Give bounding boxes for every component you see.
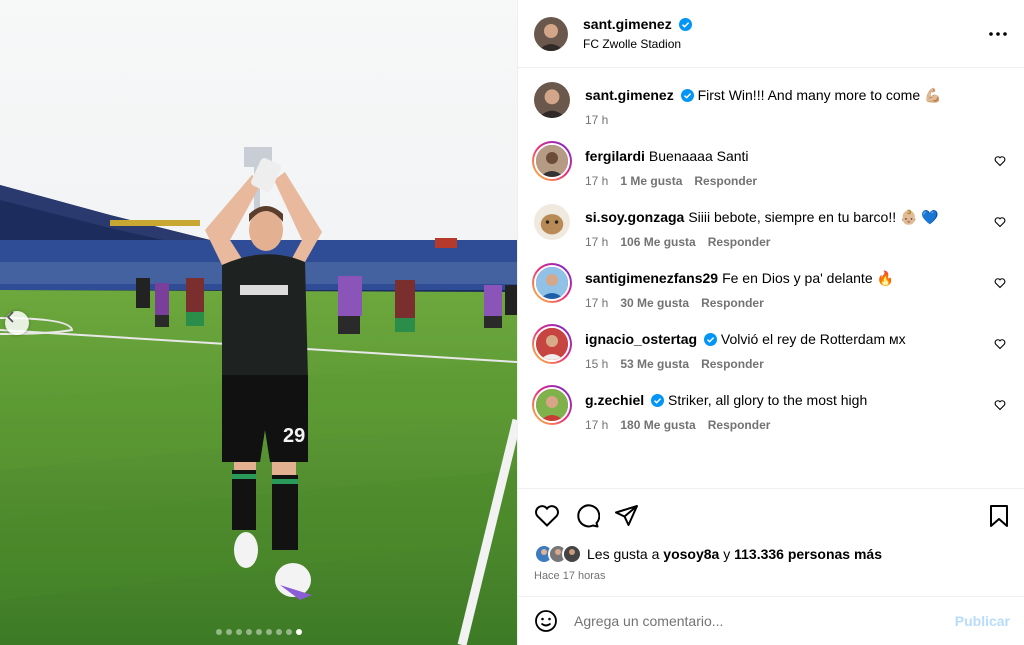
carousel-dot[interactable] xyxy=(275,629,282,635)
comment-item: santigimenezfans29 Fe en Dios y pa' delan… xyxy=(532,263,1008,310)
carousel-dot[interactable] xyxy=(265,629,272,635)
reply-button[interactable]: Responder xyxy=(701,296,764,310)
story-ring[interactable] xyxy=(532,141,572,181)
caption-username[interactable]: sant.gimenez xyxy=(585,87,674,103)
heart-icon[interactable] xyxy=(994,216,1006,228)
story-ring[interactable] xyxy=(532,324,572,364)
verified-icon xyxy=(651,394,665,407)
comment-time: 17 h xyxy=(585,296,609,310)
commenter-avatar xyxy=(534,143,570,179)
post-panel: sant.gimenez FC Zwolle Stadion sant.gime… xyxy=(517,0,1024,645)
comment-time: 17 h xyxy=(585,174,609,188)
commenter-avatar xyxy=(534,387,570,423)
comment-likes-link[interactable]: 1 Me gusta xyxy=(620,174,682,188)
comment-text: Siiii bebote, siempre en tu barco!! 👶🏼 💙 xyxy=(688,209,939,225)
story-ring[interactable] xyxy=(532,263,572,303)
commenter-username[interactable]: ignacio_ostertag xyxy=(585,331,697,347)
post-photo[interactable]: 29 xyxy=(0,0,517,645)
carousel-dots xyxy=(0,629,517,635)
verified-icon xyxy=(679,18,693,31)
carousel-dot[interactable] xyxy=(255,629,262,635)
author-avatar[interactable] xyxy=(534,16,568,51)
heart-icon[interactable] xyxy=(534,504,560,528)
comment-time: 17 h xyxy=(585,418,609,432)
comment-input[interactable] xyxy=(574,613,955,629)
reply-button[interactable]: Responder xyxy=(708,418,771,432)
heart-icon[interactable] xyxy=(994,277,1006,289)
comment-time: 15 h xyxy=(585,357,609,371)
post-actions: Les gusta a yosoy8a y 113.336 personas m… xyxy=(518,488,1024,596)
reply-button[interactable]: Responder xyxy=(701,357,764,371)
post-header: sant.gimenez FC Zwolle Stadion xyxy=(518,0,1024,68)
heart-icon[interactable] xyxy=(994,399,1006,411)
more-options-button[interactable] xyxy=(986,22,1010,46)
stadium-photo: 29 xyxy=(0,0,517,645)
likes-prefix: Les gusta a xyxy=(587,546,660,562)
share-icon[interactable] xyxy=(614,504,640,528)
carousel-dot[interactable] xyxy=(235,629,242,635)
story-ring[interactable] xyxy=(532,385,572,425)
comment-likes-link[interactable]: 53 Me gusta xyxy=(620,357,689,371)
commenter-avatar[interactable] xyxy=(534,204,570,240)
comment-likes-link[interactable]: 30 Me gusta xyxy=(620,296,689,310)
comment-text: Striker, all glory to the most high xyxy=(668,392,868,408)
comment-likes-link[interactable]: 106 Me gusta xyxy=(620,235,695,249)
bookmark-icon[interactable] xyxy=(988,504,1010,528)
carousel-dot[interactable] xyxy=(225,629,232,635)
comment-likes-link[interactable]: 180 Me gusta xyxy=(620,418,695,432)
reply-button[interactable]: Responder xyxy=(694,174,757,188)
comment-text: Buenaaaa Santi xyxy=(648,148,749,164)
author-username[interactable]: sant.gimenez xyxy=(583,16,672,32)
liker-avatar xyxy=(562,544,582,564)
publish-button[interactable]: Publicar xyxy=(955,613,1010,629)
likes-summary: Les gusta a yosoy8a y 113.336 personas m… xyxy=(534,544,1010,564)
svg-text:29: 29 xyxy=(283,425,305,447)
comment-composer: Publicar xyxy=(518,596,1024,645)
post-location[interactable]: FC Zwolle Stadion xyxy=(583,37,986,51)
chevron-left-icon xyxy=(6,311,14,323)
verified-icon xyxy=(680,89,694,102)
carousel-dot[interactable] xyxy=(295,629,302,635)
caption-text: First Win!!! And many more to come 💪🏼 xyxy=(697,87,942,103)
reply-button[interactable]: Responder xyxy=(708,235,771,249)
comment-time: 17 h xyxy=(585,235,609,249)
comment-text: Fe en Dios y pa' delante 🔥 xyxy=(722,270,894,286)
comment-icon[interactable] xyxy=(574,504,600,528)
comment-item: g.zechiel Striker, all glory to the most… xyxy=(532,385,1008,432)
carousel-dot[interactable] xyxy=(245,629,252,635)
liker-avatars xyxy=(534,544,582,564)
post-time: Hace 17 horas xyxy=(534,570,606,582)
commenter-username[interactable]: si.soy.gonzaga xyxy=(585,209,684,225)
carousel-dot[interactable] xyxy=(215,629,222,635)
commenter-avatar xyxy=(534,326,570,362)
comment-item: ignacio_ostertag Volvió el rey de Rotter… xyxy=(532,324,1008,371)
comments-list[interactable]: sant.gimenez First Win!!! And many more … xyxy=(518,68,1024,488)
carousel-dot[interactable] xyxy=(285,629,292,635)
likes-others-link[interactable]: 113.336 personas más xyxy=(734,546,882,562)
heart-icon[interactable] xyxy=(994,155,1006,167)
author-avatar[interactable] xyxy=(534,82,570,118)
comment-item: fergilardi Buenaaaa Santi 17 h 1 Me gusta… xyxy=(532,141,1008,188)
commenter-username[interactable]: g.zechiel xyxy=(585,392,644,408)
emoji-icon[interactable] xyxy=(534,609,558,633)
commenter-username[interactable]: santigimenezfans29 xyxy=(585,270,718,286)
verified-icon xyxy=(704,333,718,346)
likes-joiner: y xyxy=(723,546,731,562)
comment-item: si.soy.gonzaga Siiii bebote, siempre en t… xyxy=(534,204,1008,249)
more-icon xyxy=(989,31,1007,36)
post-dialog: 29 sant.gimenez FC Zwolle Stadion sant.g… xyxy=(0,0,1024,645)
heart-icon[interactable] xyxy=(994,338,1006,350)
commenter-avatar xyxy=(534,265,570,301)
caption: sant.gimenez First Win!!! And many more … xyxy=(534,82,1008,127)
liker-username[interactable]: yosoy8a xyxy=(663,546,719,562)
previous-photo-button[interactable] xyxy=(5,311,29,335)
commenter-username[interactable]: fergilardi xyxy=(585,148,645,164)
comment-text: Volvió el rey de Rotterdam ᴍx xyxy=(720,331,906,347)
caption-time: 17 h xyxy=(585,113,609,127)
